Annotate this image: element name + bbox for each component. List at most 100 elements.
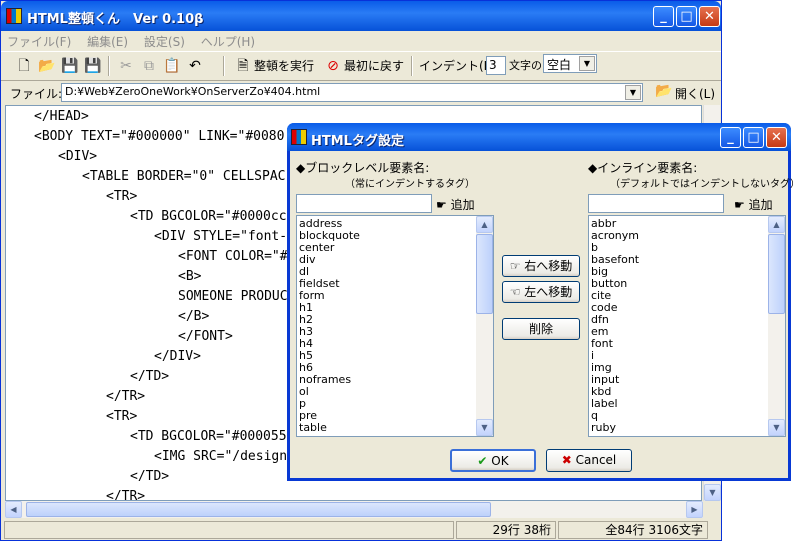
indent-char-select[interactable]: 空白 ▼ — [543, 54, 597, 73]
app-icon — [6, 8, 22, 24]
hand-left-icon: ☜ — [509, 285, 521, 299]
hand-right-icon: ☞ — [509, 259, 521, 273]
dialog-titlebar[interactable]: HTMLタグ設定 _ □ ✕ — [287, 123, 791, 151]
editor-line: SOMEONE PRODUC — [178, 289, 288, 304]
editor-line: <IMG SRC="/design — [154, 449, 288, 464]
editor-line: </B> — [178, 309, 210, 324]
menu-help[interactable]: ヘルプ(H) — [195, 31, 261, 52]
add-inline-button[interactable]: ☛ 追加 — [734, 196, 773, 213]
menu-file[interactable]: ファイル(F) — [1, 31, 77, 52]
block-tag-input[interactable] — [296, 194, 432, 213]
hand-icon: ☛ — [436, 198, 447, 212]
move-right-button[interactable]: ☞ 右へ移動 — [502, 255, 580, 277]
block-tag-list[interactable]: address blockquote center div dl fieldse… — [296, 215, 494, 437]
editor-line: </DIV> — [154, 349, 201, 364]
editor-line: <TD BGCOLOR="#0000cc — [130, 209, 287, 224]
inline-list-scroll-thumb[interactable] — [768, 234, 785, 314]
indent-width-input[interactable]: 3 — [486, 56, 506, 75]
add-block-button[interactable]: ☛ 追加 — [436, 196, 475, 213]
cancel-button[interactable]: ✖ Cancel — [546, 449, 632, 472]
open-file-button[interactable]: 開く(L) — [675, 85, 715, 102]
toolbar-separator — [108, 56, 110, 76]
main-titlebar[interactable]: HTML整頓くん Ver 0.10β _ □ ✕ — [1, 1, 721, 31]
scroll-down-icon[interactable]: ▼ — [704, 484, 721, 501]
close-button[interactable]: ✕ — [699, 6, 720, 27]
dialog-maximize-button[interactable]: □ — [743, 127, 764, 148]
chevron-down-icon[interactable]: ▼ — [625, 85, 641, 100]
file-path-value: D:¥Web¥ZeroOneWork¥OnServerZo¥404.html — [65, 85, 321, 98]
save-as-icon[interactable]: 💾 — [84, 57, 102, 75]
dialog-close-button[interactable]: ✕ — [766, 127, 787, 148]
menu-bar: ファイル(F) 編集(E) 設定(S) ヘルプ(H) — [1, 31, 721, 50]
undo-icon[interactable]: ↶ — [186, 57, 204, 75]
file-path-select[interactable]: D:¥Web¥ZeroOneWork¥OnServerZo¥404.html ▼ — [61, 83, 643, 102]
editor-line: </TD> — [130, 369, 170, 384]
list-item[interactable]: table — [299, 422, 360, 434]
indent-label: インデント(I): — [419, 59, 496, 73]
format-icon: 🗎 — [237, 58, 249, 74]
block-list-scroll-thumb[interactable] — [476, 234, 493, 314]
revert-button[interactable]: 最初に戻す — [344, 55, 404, 77]
indent-char-value: 空白 — [547, 58, 572, 72]
inline-heading: ◆インライン要素名: — [588, 161, 698, 175]
horizontal-scroll-thumb[interactable] — [26, 502, 491, 517]
open-folder-icon[interactable]: 📂 — [38, 57, 56, 75]
delete-button[interactable]: 削除 — [502, 318, 580, 340]
inline-tag-input[interactable] — [588, 194, 724, 213]
list-item[interactable]: label — [591, 398, 639, 410]
revert-icon: ⊘ — [327, 58, 339, 74]
editor-horizontal-scrollbar[interactable]: ◀ ▶ — [5, 501, 703, 518]
move-left-button[interactable]: ☜ 左へ移動 — [502, 281, 580, 303]
editor-line: <BODY TEXT="#000000" LINK="#0080 — [34, 129, 285, 144]
dialog-minimize-button[interactable]: _ — [720, 127, 741, 148]
editor-line: <DIV STYLE="font- — [154, 229, 288, 244]
format-button[interactable]: 整頓を実行 — [254, 55, 314, 77]
cut-icon[interactable]: ✂ — [117, 57, 135, 75]
x-icon: ✖ — [561, 453, 572, 467]
menu-edit[interactable]: 編集(E) — [81, 31, 134, 52]
dialog-title: HTMLタグ設定 — [311, 134, 404, 149]
chevron-down-icon[interactable]: ▼ — [579, 56, 595, 71]
block-heading: ◆ブロックレベル要素名: — [296, 161, 430, 175]
file-label: ファイル: — [10, 87, 63, 101]
editor-line: <TR> — [106, 189, 138, 204]
list-item[interactable]: acronym — [591, 230, 639, 242]
list-item[interactable]: ol — [299, 386, 360, 398]
editor-line: <TABLE BORDER="0" CELLSPAC — [82, 169, 286, 184]
move-right-label: 右へ移動 — [524, 259, 573, 273]
scroll-right-icon[interactable]: ▶ — [686, 501, 703, 518]
toolbar-separator — [223, 56, 225, 76]
file-bar: ファイル: D:¥Web¥ZeroOneWork¥OnServerZo¥404.… — [1, 80, 721, 104]
inline-list-scrollbar[interactable]: ▲ ▼ — [768, 216, 785, 436]
editor-line: </TR> — [106, 389, 146, 404]
block-list-scrollbar[interactable]: ▲ ▼ — [476, 216, 493, 436]
editor-line: </TD> — [130, 469, 170, 484]
status-panel — [4, 521, 454, 539]
ok-button[interactable]: ✔ OK — [450, 449, 536, 472]
minimize-button[interactable]: _ — [653, 6, 674, 27]
scroll-left-icon[interactable]: ◀ — [5, 501, 22, 518]
cancel-label: Cancel — [575, 453, 617, 467]
scroll-down-icon[interactable]: ▼ — [476, 419, 493, 436]
dialog-icon — [291, 129, 307, 145]
toolbar-separator — [411, 56, 413, 76]
paste-icon[interactable]: 📋 — [163, 57, 181, 75]
editor-line: <TR> — [106, 409, 138, 424]
editor-line: </HEAD> — [34, 109, 89, 124]
scroll-up-icon[interactable]: ▲ — [476, 216, 493, 233]
menu-settings[interactable]: 設定(S) — [138, 31, 191, 52]
list-item[interactable]: font — [591, 338, 639, 350]
maximize-button[interactable]: □ — [676, 6, 697, 27]
window-title: HTML整頓くん Ver 0.10β — [27, 12, 204, 27]
scroll-up-icon[interactable]: ▲ — [768, 216, 785, 233]
new-file-icon[interactable]: 🗋 — [15, 57, 33, 75]
add-inline-label: 追加 — [748, 198, 773, 212]
list-item[interactable]: ruby — [591, 422, 639, 434]
scroll-down-icon[interactable]: ▼ — [768, 419, 785, 436]
copy-icon[interactable]: ⧉ — [140, 57, 158, 75]
editor-line: <DIV> — [58, 149, 98, 164]
save-icon[interactable]: 💾 — [61, 57, 79, 75]
editor-line: <TD BGCOLOR="#000055 — [130, 429, 287, 444]
add-block-label: 追加 — [450, 198, 475, 212]
inline-tag-list[interactable]: abbr acronym b basefont big button cite … — [588, 215, 786, 437]
